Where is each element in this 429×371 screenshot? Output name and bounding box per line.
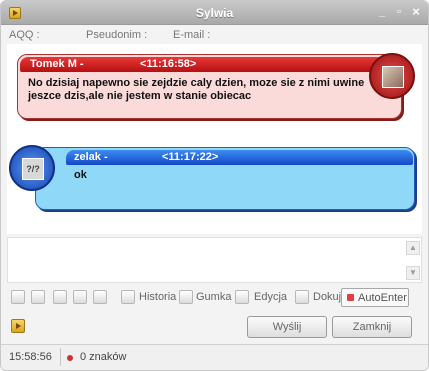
status-clock: 15:58:56 (9, 351, 52, 363)
message-text: No dzisiaj napewno sie zejdzie caly dzie… (28, 77, 365, 102)
page-icon[interactable] (93, 290, 107, 304)
close-button[interactable]: Zamknij (332, 316, 412, 338)
maximize-icon[interactable]: ▫ (392, 5, 406, 19)
action-bar: Wyślij Zamknij (7, 314, 422, 338)
email-label: E-mail : (173, 29, 211, 41)
message-input[interactable]: ▲ ▼ (7, 237, 422, 283)
expand-icon[interactable] (11, 319, 25, 333)
edit-button[interactable]: Edycja (254, 291, 287, 303)
status-dot-icon (67, 355, 73, 361)
message-text: ok (74, 169, 87, 181)
send-file-icon[interactable] (31, 290, 45, 304)
eraser-button[interactable]: Gumka (196, 291, 231, 303)
message-header: Tomek M - <11:16:58> (20, 57, 385, 72)
emoticon-icon[interactable] (11, 290, 25, 304)
aqq-label: AQQ : (9, 29, 40, 41)
image-icon[interactable] (53, 290, 67, 304)
message-history[interactable]: Tomek M - <11:16:58> No dzisiaj napewno … (7, 44, 422, 234)
title-bar[interactable]: Sylwia _ ▫ × (1, 1, 428, 25)
status-bar: 15:58:56 0 znaków (1, 344, 428, 370)
input-toolbar: Historia Gumka Edycja Dokuj AutoEnter (7, 288, 422, 308)
message-sender: Tomek M - (30, 58, 84, 70)
window-title: Sylwia (195, 6, 234, 20)
autoenter-toggle[interactable]: AutoEnter (341, 288, 409, 307)
play-icon[interactable] (73, 290, 87, 304)
autoenter-label: AutoEnter (358, 292, 407, 304)
dock-icon[interactable] (295, 290, 309, 304)
edit-icon[interactable] (235, 290, 249, 304)
message-sender: zelak - (74, 151, 108, 163)
message-bubble-outgoing: zelak - <11:17:22> ok (35, 147, 415, 210)
close-icon[interactable]: × (409, 5, 423, 19)
message-bubble-incoming: Tomek M - <11:16:58> No dzisiaj napewno … (17, 54, 402, 119)
minimize-icon[interactable]: _ (375, 5, 389, 19)
eraser-icon[interactable] (179, 290, 193, 304)
scroll-up-icon[interactable]: ▲ (406, 241, 420, 255)
user-avatar[interactable]: ?/? (9, 145, 55, 191)
unknown-user-icon: ?/? (22, 158, 44, 180)
nick-label: Pseudonim : (86, 29, 148, 41)
contact-info-bar: AQQ : Pseudonim : E-mail : (1, 26, 428, 44)
contact-avatar[interactable] (369, 53, 415, 99)
status-divider (60, 348, 61, 366)
chat-window: Sylwia _ ▫ × AQQ : Pseudonim : E-mail : … (0, 0, 429, 371)
dock-button[interactable]: Dokuj (313, 291, 341, 303)
message-time: <11:17:22> (162, 151, 219, 163)
send-button[interactable]: Wyślij (247, 316, 327, 338)
character-count: 0 znaków (80, 351, 127, 363)
message-header: zelak - <11:17:22> (66, 150, 413, 165)
history-icon[interactable] (121, 290, 135, 304)
photo-icon (382, 66, 404, 88)
history-button[interactable]: Historia (139, 291, 176, 303)
message-time: <11:16:58> (140, 58, 197, 70)
autoenter-icon (347, 294, 354, 301)
scroll-down-icon[interactable]: ▼ (406, 266, 420, 280)
